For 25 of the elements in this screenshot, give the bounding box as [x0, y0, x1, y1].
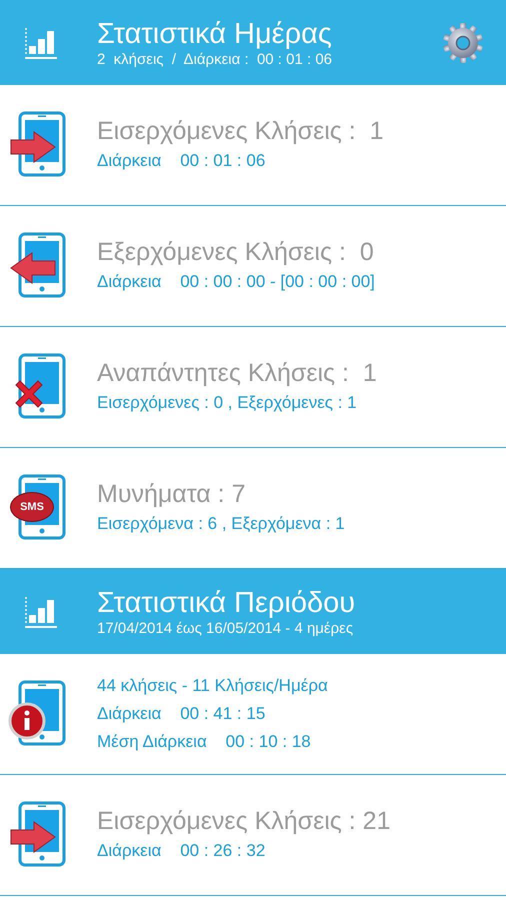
arrow-right-icon [10, 821, 56, 853]
stat-detail: Διάρκεια 00 : 26 : 32 [97, 840, 266, 862]
stat-detail: Μέση Διάρκεια 00 : 10 : 18 [97, 731, 312, 753]
bar-chart-icon [24, 594, 58, 628]
section-subtitle: 17/04/2014 έως 16/05/2014 - 4 ημέρες [97, 620, 354, 638]
stat-detail: Διάρκεια 00 : 00 : 00 - [00 : 00 : 00] [97, 271, 375, 293]
stat-title: Μυνήματα : 7 [97, 479, 246, 510]
section-title: Στατιστικά Ημέρας [97, 16, 333, 50]
settings-icon[interactable] [442, 22, 484, 64]
stat-detail: Εισερχόμενα : 6 , Εξερχόμενα : 1 [97, 513, 345, 535]
stat-title: Εισερχόμενες Κλήσεις : 21 [97, 806, 390, 837]
stat-detail: Διάρκεια 00 : 41 : 15 [97, 703, 266, 725]
sms-label: SMS [20, 502, 44, 512]
bar-chart-icon [24, 26, 58, 60]
arrow-left-icon [10, 252, 56, 284]
stat-detail: Εισερχόμενες : 0 , Εξερχόμενες : 1 [97, 392, 358, 414]
stat-detail: 44 κλήσεις - 11 Κλήσεις/Ημέρα [97, 675, 328, 697]
stat-title: Εξερχόμενες Κλήσεις : 0 [97, 237, 375, 268]
info-icon [8, 702, 46, 740]
stat-title: Εισερχόμενες Κλήσεις : 1 [97, 116, 384, 147]
section-subtitle: 2 κλήσεις / Διάρκεια : 00 : 01 : 06 [97, 50, 334, 68]
section-title: Στατιστικά Περιόδου [97, 586, 356, 620]
stat-detail: Διάρκεια 00 : 01 : 06 [97, 150, 266, 172]
arrow-right-icon [10, 131, 56, 163]
stat-title: Αναπάντητες Κλήσεις : 1 [97, 358, 377, 389]
